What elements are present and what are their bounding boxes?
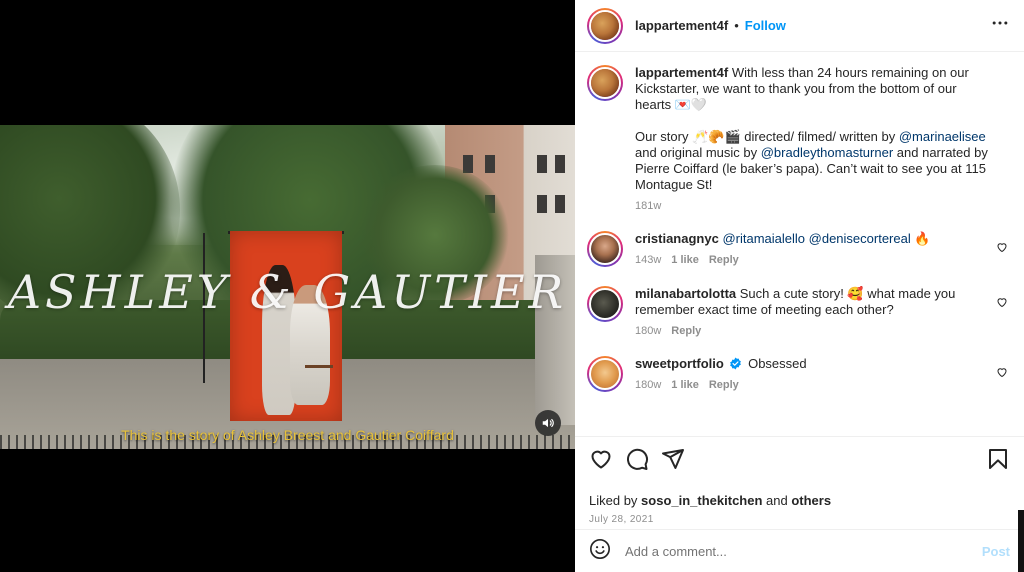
caption-credits: and original music by [635, 145, 761, 160]
comment-like-button[interactable] [996, 295, 1008, 313]
video-frame[interactable]: ASHLEY & GAUTIER This is the story of As… [0, 125, 575, 449]
reply-button[interactable]: Reply [671, 325, 701, 337]
comment-row: milanabartolotta Such a cute story! 🥰 wh… [587, 286, 1010, 337]
save-button[interactable] [986, 447, 1010, 471]
post-comment-button[interactable]: Post [982, 544, 1010, 559]
pastry-avatar-image [591, 11, 619, 40]
header-separator: • [734, 18, 739, 33]
heart-icon [997, 368, 1007, 378]
window-edge [1018, 510, 1024, 572]
author-avatar[interactable] [587, 65, 623, 101]
caption-text: lappartement4f With less than 24 hours r… [635, 65, 995, 193]
share-button[interactable] [661, 447, 685, 471]
instagram-post-modal: ASHLEY & GAUTIER This is the story of As… [0, 0, 1024, 572]
author-username[interactable]: lappartement4f [635, 18, 728, 33]
chair [305, 365, 333, 368]
bookmark-icon [989, 449, 1007, 469]
mute-button[interactable] [535, 410, 561, 436]
commenter-username[interactable]: cristianagnyc [635, 231, 719, 246]
reply-button[interactable]: Reply [709, 379, 739, 391]
comment-text: sweetportfolio Obsessed [635, 356, 995, 372]
follow-button[interactable]: Follow [745, 18, 786, 33]
heart-icon [591, 450, 611, 469]
commenter-avatar[interactable] [587, 356, 623, 392]
comment-timestamp[interactable]: 180w [635, 379, 661, 391]
author-avatar[interactable] [587, 7, 623, 44]
more-dots-icon [992, 21, 1008, 25]
reply-button[interactable]: Reply [709, 254, 739, 266]
add-comment-bar: Post [575, 529, 1024, 572]
more-options-button[interactable] [990, 13, 1010, 38]
emoji-button[interactable] [589, 538, 611, 565]
comment-meta: 180w 1 like Reply [635, 379, 995, 391]
liked-by-line: Liked by soso_in_thekitchen and others [589, 493, 1010, 508]
commenter-avatar[interactable] [587, 231, 623, 267]
comment-like-button[interactable] [996, 240, 1008, 258]
liked-by-user[interactable]: soso_in_thekitchen [641, 493, 762, 508]
liked-by-others[interactable]: others [791, 493, 831, 508]
window [537, 195, 547, 213]
window [555, 195, 565, 213]
comment-row: sweetportfolio Obsessed 180w 1 like Repl… [587, 356, 1010, 392]
post-header: lappartement4f • Follow [575, 0, 1024, 52]
like-button[interactable] [589, 447, 613, 471]
mention-link[interactable]: @denisecortereal [809, 231, 911, 246]
comment-body: Obsessed [748, 356, 807, 371]
video-title-overlay: ASHLEY & GAUTIER [7, 265, 568, 319]
caption-credits: Our story 🥂🥐🎬 directed/ filmed/ written … [635, 129, 899, 144]
comment-bubble-icon [627, 448, 648, 470]
post-media: ASHLEY & GAUTIER This is the story of As… [0, 0, 575, 572]
comments-list[interactable]: lappartement4f With less than 24 hours r… [575, 53, 1024, 435]
heart-icon [997, 243, 1007, 253]
comment-text: cristianagnyc @ritamaialello @denisecort… [635, 231, 995, 247]
post-sidebar: lappartement4f • Follow lappartement4f W… [575, 0, 1024, 572]
caption-meta: 181w [635, 200, 995, 212]
caption: lappartement4f With less than 24 hours r… [587, 65, 1010, 212]
comment-text: milanabartolotta Such a cute story! 🥰 wh… [635, 286, 995, 318]
comment-timestamp[interactable]: 143w [635, 254, 661, 266]
post-date[interactable]: July 28, 2021 [589, 514, 1010, 525]
liked-by-conjunction: and [762, 493, 792, 508]
heart-icon [997, 298, 1007, 308]
verified-badge-icon [730, 357, 742, 370]
mention-link[interactable]: @marinaelisee [899, 129, 986, 144]
commenter-username[interactable]: milanabartolotta [635, 286, 736, 301]
comment-like-count[interactable]: 1 like [671, 379, 699, 391]
comment-like-count[interactable]: 1 like [671, 254, 699, 266]
caption-timestamp[interactable]: 181w [635, 200, 661, 212]
liked-by-prefix: Liked by [589, 493, 642, 508]
commenter-avatar[interactable] [587, 286, 623, 322]
comment-meta: 180w Reply [635, 325, 995, 337]
mention-link[interactable]: @ritamaialello [722, 231, 805, 246]
post-actions: Liked by soso_in_thekitchen and others J… [575, 436, 1024, 525]
comment-row: cristianagnyc @ritamaialello @denisecort… [587, 231, 1010, 267]
window [485, 155, 495, 173]
commenter-username[interactable]: sweetportfolio [635, 356, 724, 371]
caption-username[interactable]: lappartement4f [635, 65, 728, 80]
window [555, 155, 565, 173]
window [537, 155, 547, 173]
comment-timestamp[interactable]: 180w [635, 325, 661, 337]
speaker-icon [542, 418, 554, 428]
comment-button[interactable] [625, 447, 649, 471]
add-comment-input[interactable] [625, 543, 982, 559]
mention-link[interactable]: @bradleythomasturner [761, 145, 893, 160]
fire-emoji: 🔥 [914, 231, 931, 246]
action-icons [589, 447, 1010, 471]
pastry-avatar-image [591, 69, 619, 97]
paper-plane-icon [662, 449, 684, 469]
comment-meta: 143w 1 like Reply [635, 254, 995, 266]
comment-like-button[interactable] [996, 365, 1008, 383]
smiley-icon [590, 538, 610, 559]
video-subtitle: This is the story of Ashley Breest and G… [121, 427, 454, 443]
